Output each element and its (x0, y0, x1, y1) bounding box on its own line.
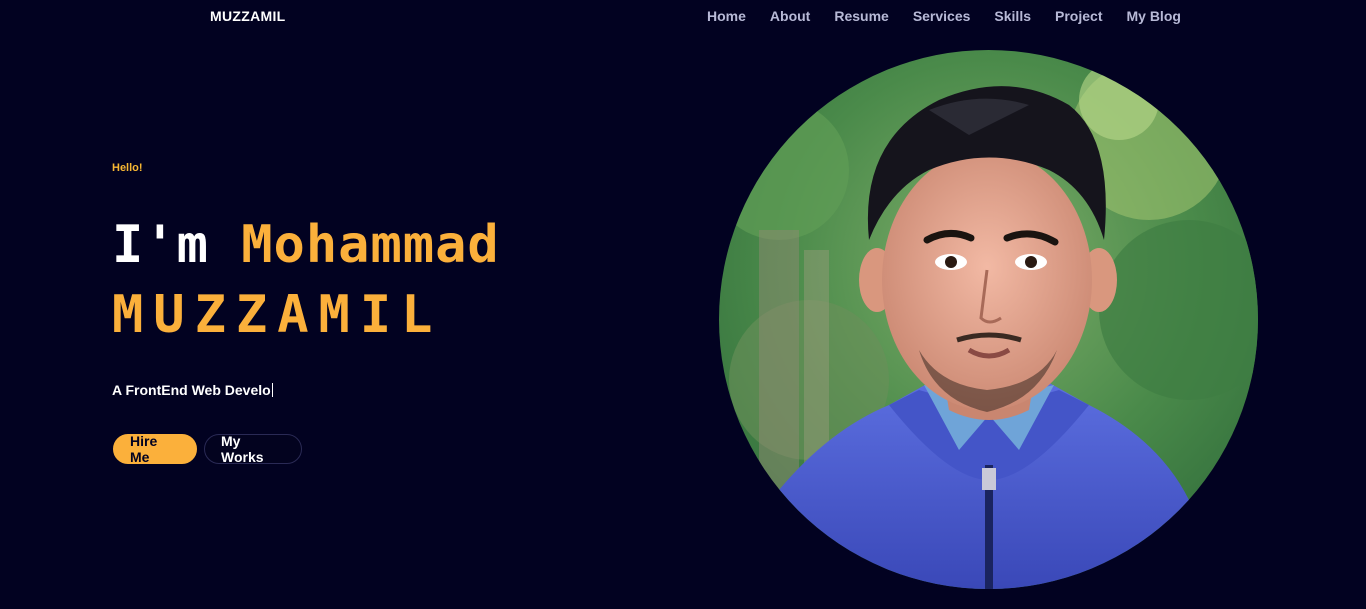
nav-services[interactable]: Services (913, 8, 971, 24)
intro-text: I'm (112, 215, 209, 275)
my-works-button[interactable]: My Works (204, 433, 302, 465)
nav-project[interactable]: Project (1055, 8, 1102, 24)
brand-logo[interactable]: MUZZAMIL (210, 8, 286, 24)
typing-cursor (271, 383, 273, 397)
page: MUZZAMIL Home About Resume Services Skil… (0, 0, 1366, 609)
hero-buttons: Hire Me My Works (113, 433, 302, 465)
first-name: Mohammad (241, 215, 500, 275)
hire-me-button[interactable]: Hire Me (113, 433, 197, 465)
nav-my-blog[interactable]: My Blog (1126, 8, 1180, 24)
profile-photo (719, 50, 1258, 589)
nav-resume[interactable]: Resume (834, 8, 888, 24)
role-text: A FrontEnd Web Develo (112, 382, 271, 398)
hero-headline: I'm Mohammad MUZZAMIL (112, 210, 500, 350)
greeting-text: Hello! (112, 162, 143, 174)
last-name: MUZZAMIL (112, 285, 443, 345)
nav-home[interactable]: Home (707, 8, 746, 24)
role-typewriter: A FrontEnd Web Develo (112, 382, 273, 398)
nav-about[interactable]: About (770, 8, 810, 24)
main-nav: Home About Resume Services Skills Projec… (707, 8, 1181, 24)
profile-photo-illustration (719, 50, 1258, 589)
nav-skills[interactable]: Skills (994, 8, 1031, 24)
